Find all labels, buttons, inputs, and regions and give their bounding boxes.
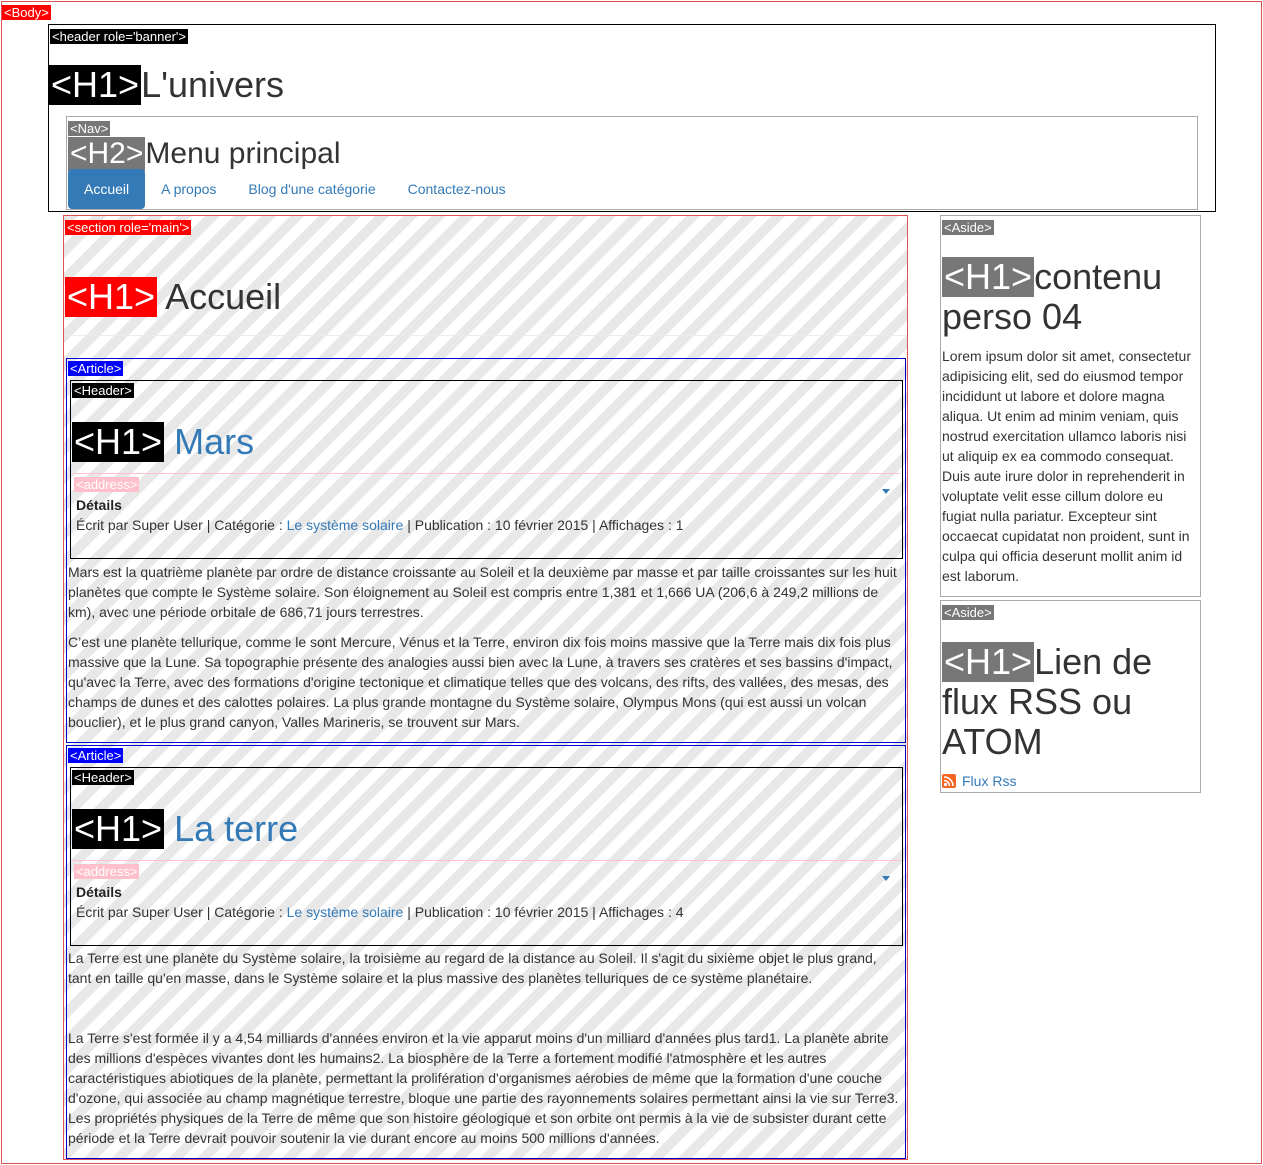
nav-item-blog-categorie[interactable]: Blog d'une catégorie: [232, 169, 391, 209]
details-info: Écrit par Super User | Catégorie : Le sy…: [76, 904, 684, 920]
site-banner: <header role='banner'> <H1>L'univers <Na…: [48, 24, 1216, 212]
address-tag-label: <address>: [74, 477, 140, 492]
aside-text: Lorem ipsum dolor sit amet, consectetur …: [942, 348, 1191, 584]
rss-feed-link[interactable]: Flux Rss: [942, 773, 1016, 789]
h1-tag-label: <H1>: [942, 641, 1035, 682]
article-mars: <Article> <Header> <H1> Mars <address> D…: [66, 358, 906, 743]
article-details: <address> Détails Écrit par Super User |…: [73, 473, 900, 555]
rss-link-text: Flux Rss: [962, 773, 1017, 789]
header-tag-label: <Header>: [72, 770, 134, 785]
page-title: <H1> Accueil: [65, 277, 281, 317]
aside-tag-label: <Aside>: [942, 605, 994, 620]
h1-tag-label: <H1>: [72, 421, 165, 462]
article-details: <address> Détails Écrit par Super User |…: [73, 860, 900, 942]
article-title: <H1> La terre: [72, 809, 298, 849]
main-nav: <Nav> <H2>Menu principal Accueil A propo…: [66, 116, 1198, 210]
author-text: Écrit par Super User | Catégorie :: [76, 517, 287, 533]
article-paragraph: C’est une planète tellurique, comme le s…: [68, 634, 893, 730]
site-title: <H1>L'univers: [49, 65, 284, 105]
author-text: Écrit par Super User | Catégorie :: [76, 904, 287, 920]
nav-title: <H2>Menu principal: [68, 137, 341, 171]
body-tag-label: <Body>: [2, 5, 51, 20]
h2-tag-label: <H2>: [68, 137, 146, 171]
aside-rss: <Aside> <H1>Lien de flux RSS ou ATOM Flu…: [940, 600, 1201, 793]
aside-tag-label: <Aside>: [942, 220, 994, 235]
h1-tag-label: <H1>: [49, 64, 142, 105]
article-header: <Header> <H1> Mars <address> Détails Écr…: [70, 380, 903, 559]
article-title: <H1> Mars: [72, 422, 254, 462]
article-header: <Header> <H1> La terre <address> Détails…: [70, 767, 903, 946]
main-tag-label: <section role='main'>: [65, 220, 192, 235]
banner-tag-label: <header role='banner'>: [50, 29, 188, 44]
category-link[interactable]: Le système solaire: [287, 517, 404, 533]
article-body: Mars est la quatrième planète par ordre …: [68, 562, 902, 742]
details-info: Écrit par Super User | Catégorie : Le sy…: [76, 517, 684, 533]
aside-custom-content: <Aside> <H1>contenu perso 04 Lorem ipsum…: [940, 215, 1201, 597]
h1-tag-label: <H1>: [72, 808, 165, 849]
aside-title: <H1>Lien de flux RSS ou ATOM: [942, 642, 1200, 762]
h1-tag-label: <H1>: [65, 276, 158, 317]
article-tag-label: <Article>: [68, 361, 124, 376]
nav-item-accueil[interactable]: Accueil: [68, 169, 146, 209]
address-tag-label: <address>: [74, 864, 140, 879]
nav-item-a-propos[interactable]: A propos: [145, 169, 232, 209]
nav-item-contact[interactable]: Contactez-nous: [392, 169, 522, 209]
h1-tag-label: <H1>: [942, 256, 1035, 297]
publication-meta: | Publication : 10 février 2015 | Affich…: [403, 904, 684, 920]
publication-meta: | Publication : 10 février 2015 | Affich…: [403, 517, 684, 533]
article-title-link[interactable]: Mars: [174, 421, 254, 462]
chevron-down-icon[interactable]: [882, 876, 890, 881]
article-tag-label: <Article>: [68, 748, 124, 763]
article-paragraph: La Terre s'est formée il y a 4,54 millia…: [68, 1030, 899, 1146]
nav-list: Accueil A propos Blog d'une catégorie Co…: [68, 169, 522, 209]
article-title-link[interactable]: La terre: [174, 808, 298, 849]
main-section: <section role='main'> <H1> Accueil <Arti…: [63, 215, 908, 1160]
category-link[interactable]: Le système solaire: [287, 904, 404, 920]
page-title-text: Accueil: [165, 276, 282, 317]
details-title: Détails: [76, 884, 122, 900]
nav-tag-label: <Nav>: [68, 121, 111, 136]
divider: [64, 335, 907, 336]
header-tag-label: <Header>: [72, 383, 134, 398]
aside-title: <H1>contenu perso 04: [942, 257, 1200, 337]
chevron-down-icon[interactable]: [882, 489, 890, 494]
article-paragraph: La Terre est une planète du Système sola…: [68, 950, 877, 986]
article-paragraph: Mars est la quatrième planète par ordre …: [68, 564, 897, 620]
article-body: La Terre est une planète du Système sola…: [68, 948, 902, 1158]
details-title: Détails: [76, 497, 122, 513]
nav-title-text: Menu principal: [145, 137, 341, 170]
article-la-terre: <Article> <Header> <H1> La terre <addres…: [66, 745, 906, 1159]
site-title-text: L'univers: [141, 64, 285, 105]
rss-icon: [942, 774, 956, 788]
